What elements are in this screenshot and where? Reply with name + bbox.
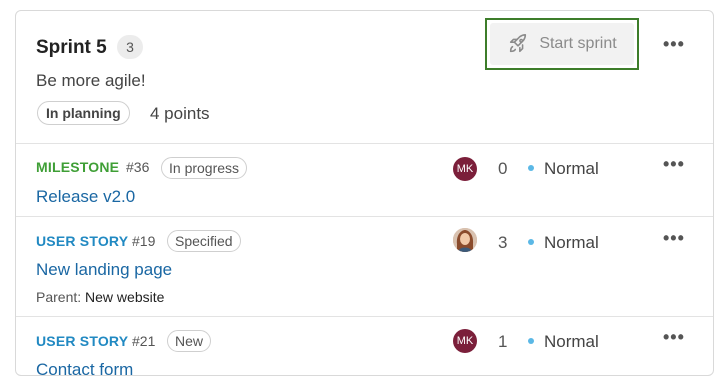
sprint-more-menu-icon[interactable]: ••• [663,35,685,53]
work-package-title-link[interactable]: Release v2.0 [36,187,135,207]
work-package-type: USER STORY [36,233,129,249]
work-package-number[interactable]: #36 [126,159,149,175]
work-package-title-link[interactable]: Contact form [36,360,133,380]
story-points: 1 [498,332,508,351]
story-points: 0 [498,159,508,178]
start-sprint-label: Start sprint [539,35,617,52]
priority-dot-icon [528,338,534,344]
sprint-status-badge: In planning [37,101,130,125]
sprint-card: Sprint 5 3 Be more agile! In planning 4 … [15,10,714,379]
parent-info: Parent: New website [36,289,164,305]
work-package-count-badge: 3 [117,35,143,59]
parent-label: Parent: [36,289,82,305]
user-photo-icon [453,228,477,252]
work-package-status-badge: In progress [161,157,248,179]
work-package-status-badge: Specified [167,230,241,252]
start-sprint-button[interactable]: Start sprint [490,23,634,65]
start-sprint-focus-outline: Start sprint [485,18,639,70]
work-package-row: MILESTONE #36 In progress Release v2.0 M… [16,144,713,217]
priority-dot-icon [528,239,534,245]
avatar [453,228,477,252]
work-package-row: USER STORY #21 New Contact form MK 1 Nor… [16,317,713,379]
sprint-header: Sprint 5 3 Be more agile! In planning 4 … [16,11,713,144]
row-more-menu-icon[interactable]: ••• [663,229,685,247]
sprint-points: 4 points [150,104,210,123]
rocket-icon [510,34,527,53]
priority-label: Normal [544,233,599,252]
sprint-title: Sprint 5 [36,37,107,58]
avatar: MK [453,157,477,181]
sprint-description: Be more agile! [36,71,146,90]
priority-dot-icon [528,165,534,171]
work-package-title-link[interactable]: New landing page [36,260,172,280]
row-more-menu-icon[interactable]: ••• [663,155,685,173]
story-points: 3 [498,233,508,252]
parent-link[interactable]: New website [85,289,164,305]
priority-label: Normal [544,159,599,178]
work-package-number[interactable]: #21 [132,333,155,349]
work-package-type: USER STORY [36,333,129,349]
row-more-menu-icon[interactable]: ••• [663,328,685,346]
avatar: MK [453,329,477,353]
work-package-status-badge: New [167,330,212,352]
priority-label: Normal [544,332,599,351]
work-package-number[interactable]: #19 [132,233,155,249]
work-package-row: USER STORY #19 Specified New landing pag… [16,217,713,317]
work-package-type: MILESTONE [36,159,120,175]
